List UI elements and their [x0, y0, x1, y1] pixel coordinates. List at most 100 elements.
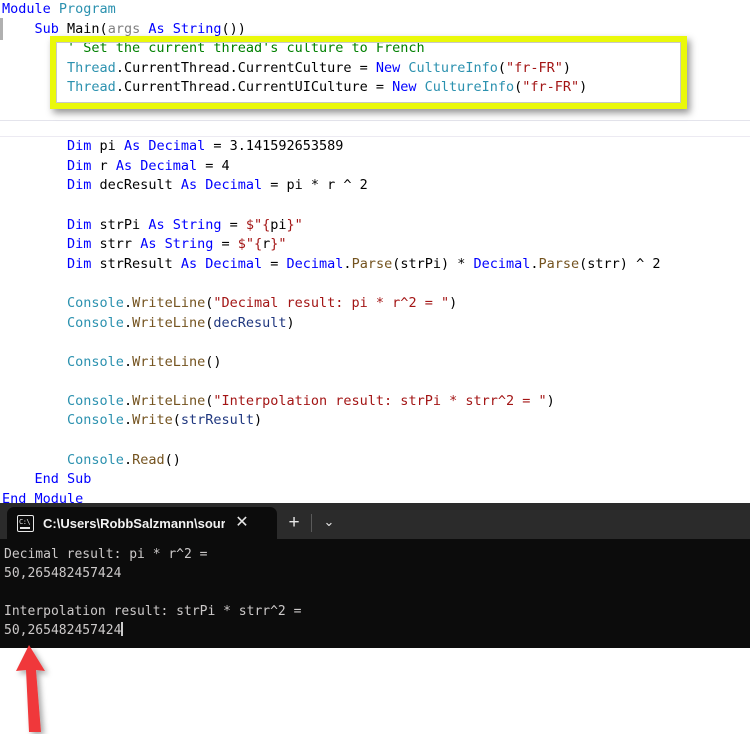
code-token: End Module	[2, 490, 84, 503]
code-token: (strPi) *	[392, 255, 474, 272]
code-line: Dim decResult As Decimal = pi * r ^ 2	[0, 176, 750, 196]
code-token: Dim	[67, 138, 100, 155]
code-token: .	[123, 412, 133, 429]
code-token: decResult	[213, 314, 287, 331]
code-token: CultureInfo	[424, 79, 515, 96]
code-token: }"	[270, 236, 287, 253]
code-line: Dim strResult As Decimal = Decimal.Parse…	[0, 255, 750, 275]
code-text[interactable]: Module Program Sub Main(args As String()…	[0, 0, 750, 503]
code-token: Decimal	[205, 177, 263, 194]
terminal-tab-title: C:\Users\RobbSalzmann\sour	[43, 515, 225, 531]
code-token: "fr-FR"	[505, 59, 563, 76]
code-token: strResult	[99, 255, 173, 272]
code-token: WriteLine	[132, 314, 206, 331]
code-token: .	[123, 392, 133, 409]
terminal-tab-bar[interactable]: C:\Users\RobbSalzmann\sour ✕ + ⌄	[0, 503, 750, 539]
code-token: =	[213, 236, 238, 253]
code-token: Parse	[351, 255, 393, 272]
code-token: = pi * r ^ 2	[262, 177, 368, 194]
code-token: pi	[270, 216, 287, 233]
code-token: (	[99, 20, 108, 37]
code-token: Dim	[67, 255, 100, 272]
code-token: As	[132, 236, 165, 253]
code-token: String	[172, 216, 222, 233]
code-token: )	[286, 314, 295, 331]
code-token: Console	[67, 412, 124, 429]
code-token: Module	[2, 1, 59, 17]
code-token: Thread	[67, 59, 116, 76]
new-tab-button[interactable]: +	[277, 507, 311, 539]
code-token: Decimal	[148, 138, 206, 155]
code-line: ' Set the current thread's culture to Fr…	[0, 39, 750, 59]
code-token: Main	[67, 20, 100, 37]
code-editor[interactable]: Module Program Sub Main(args As String()…	[0, 0, 750, 503]
code-line: Console.WriteLine()	[0, 353, 750, 373]
code-token: .	[123, 451, 133, 468]
editor-divider-line	[0, 120, 750, 121]
code-token: As	[172, 255, 206, 272]
code-token: Dim	[67, 157, 100, 174]
terminal-panel[interactable]: C:\Users\RobbSalzmann\sour ✕ + ⌄ Decimal…	[0, 503, 750, 648]
code-token: .	[123, 294, 133, 311]
code-token: }"	[286, 216, 303, 233]
code-token: )	[562, 59, 572, 76]
terminal-output-line: 50,265482457424	[4, 622, 123, 638]
code-token: .CurrentThread.CurrentCulture =	[115, 59, 376, 76]
code-token: "Interpolation result: strPi * strr^2 = …	[213, 392, 547, 409]
code-line: End Module	[0, 490, 750, 503]
code-line: End Sub	[0, 470, 750, 490]
terminal-tab-active[interactable]: C:\Users\RobbSalzmann\sour ✕	[7, 507, 277, 539]
code-token: decResult	[99, 177, 173, 194]
code-token: CultureInfo	[408, 59, 498, 76]
code-token: pi	[99, 138, 116, 155]
code-token: =	[221, 216, 246, 233]
code-token: ' Set the current thread's culture to Fr…	[67, 40, 425, 57]
chevron-down-icon[interactable]: ⌄	[312, 507, 346, 539]
code-token: Dim	[67, 177, 100, 194]
code-token: ()	[164, 451, 181, 468]
code-line: Console.Read()	[0, 451, 750, 471]
code-token: )	[546, 392, 555, 409]
code-token: args	[107, 20, 141, 37]
code-token: Console	[67, 451, 124, 468]
code-token: Console	[67, 392, 124, 409]
code-token: )	[449, 294, 458, 311]
cmd-prompt-icon	[17, 514, 34, 532]
code-token: Thread	[67, 79, 116, 96]
code-token: End Sub	[34, 471, 92, 488]
code-line: Module Program	[0, 0, 750, 20]
terminal-cursor	[121, 622, 123, 636]
code-token: New	[375, 59, 409, 76]
code-token: Program	[58, 1, 116, 17]
code-token: Decimal	[473, 255, 531, 272]
code-line: Thread.CurrentThread.CurrentCulture = Ne…	[0, 59, 750, 79]
code-token: String	[164, 236, 214, 253]
terminal-output-line: Decimal result: pi * r^2 =	[4, 547, 208, 562]
terminal-output[interactable]: Decimal result: pi * r^2 = 50,26548245742…	[0, 539, 750, 640]
code-token: .	[530, 255, 539, 272]
code-token: WriteLine	[132, 392, 206, 409]
close-icon[interactable]: ✕	[231, 515, 253, 531]
terminal-output-line: Interpolation result: strPi * strr^2 =	[4, 604, 302, 619]
code-token: ())	[221, 20, 246, 37]
code-token: $"{	[245, 216, 271, 233]
code-token: WriteLine	[132, 294, 206, 311]
code-token: $"{	[237, 236, 263, 253]
code-token: String	[172, 20, 222, 37]
code-token: Dim	[67, 236, 100, 253]
